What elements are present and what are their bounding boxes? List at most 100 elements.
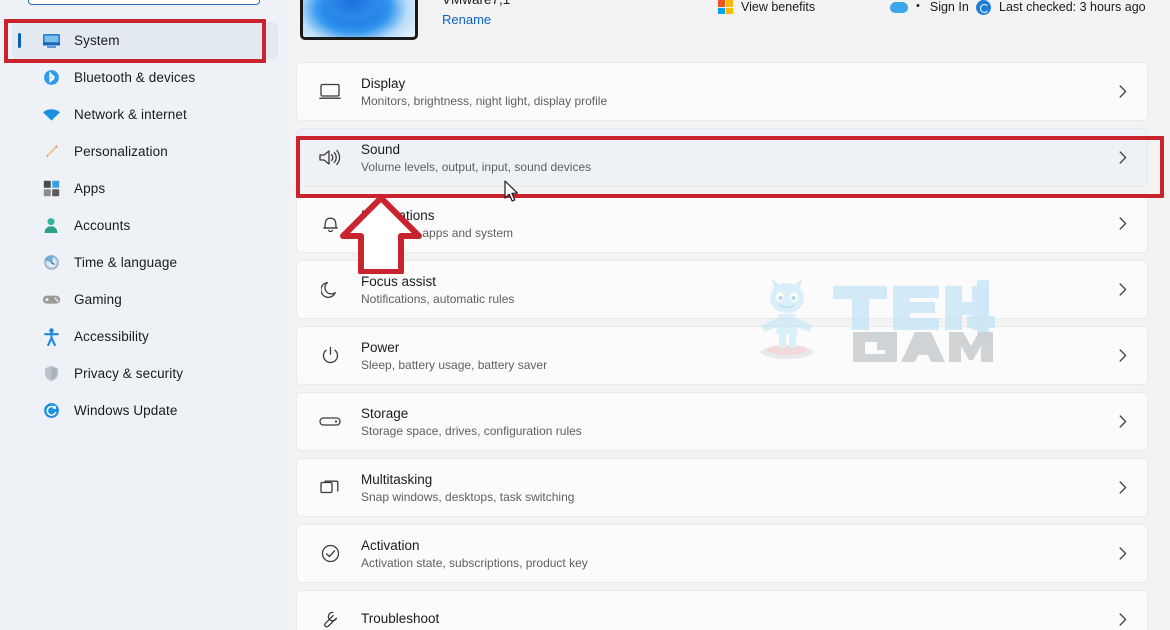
settings-row-text: Display Monitors, brightness, night ligh… (361, 76, 1115, 108)
gamepad-icon (40, 290, 62, 310)
device-name: VMware7,1 (442, 0, 510, 7)
onedrive-label: Sign In (929, 0, 969, 14)
settings-sidebar: System Bluetooth & devices Network & int… (0, 0, 290, 630)
rename-link[interactable]: Rename (442, 12, 491, 27)
sidebar-item-label: System (74, 33, 120, 48)
settings-main-content: VMware7,1 Rename View benefits • Sign In… (290, 0, 1170, 630)
settings-row-title: Notifications (361, 207, 435, 223)
settings-row-notifications[interactable]: Notifications Alerts from apps and syste… (296, 194, 1148, 253)
chevron-right-icon (1115, 547, 1131, 560)
settings-row-text: Notifications Alerts from apps and syste… (361, 208, 1115, 240)
sidebar-item-gaming[interactable]: Gaming (12, 281, 278, 318)
settings-row-text: Activation Activation state, subscriptio… (361, 538, 1115, 570)
onedrive-link[interactable]: • Sign In (890, 0, 969, 18)
check-circle-icon (315, 541, 345, 567)
settings-row-subtitle: Volume levels, output, input, sound devi… (361, 159, 592, 174)
sidebar-item-label: Apps (74, 181, 106, 196)
sidebar-item-personalization[interactable]: Personalization (12, 133, 278, 170)
sidebar-item-accounts[interactable]: Accounts (12, 207, 278, 244)
shield-icon (40, 364, 62, 384)
settings-row-title: Sound (361, 141, 401, 157)
speaker-icon (315, 145, 345, 171)
wifi-icon (40, 105, 62, 125)
device-thumbnail (300, 0, 418, 40)
monitor-icon (315, 79, 345, 105)
settings-row-title: Multitasking (361, 471, 433, 487)
chevron-right-icon (1115, 85, 1131, 98)
apps-grid-icon (40, 179, 62, 199)
settings-row-subtitle: Sleep, battery usage, battery saver (361, 357, 548, 372)
system-header: VMware7,1 Rename View benefits • Sign In… (290, 0, 1170, 62)
sidebar-item-label: Accessibility (74, 329, 149, 344)
sidebar-item-label: Personalization (74, 144, 168, 159)
sidebar-item-windows-update[interactable]: Windows Update (12, 392, 278, 429)
power-icon (315, 343, 345, 369)
sidebar-item-network-internet[interactable]: Network & internet (12, 96, 278, 133)
search-input[interactable] (28, 0, 260, 5)
sidebar-item-label: Network & internet (74, 107, 187, 122)
paintbrush-icon (40, 142, 62, 162)
chevron-right-icon (1115, 151, 1131, 164)
accessibility-icon (40, 327, 62, 347)
sidebar-item-time-language[interactable]: Time & language (12, 244, 278, 281)
clock-icon (40, 253, 62, 273)
onedrive-cloud-icon (890, 2, 908, 13)
settings-row-text: Focus assist Notifications, automatic ru… (361, 274, 1115, 306)
settings-row-text: Troubleshoot (361, 611, 1115, 629)
settings-row-text: Power Sleep, battery usage, battery save… (361, 340, 1115, 372)
sidebar-item-label: Windows Update (74, 403, 178, 418)
settings-list: Display Monitors, brightness, night ligh… (290, 62, 1170, 630)
windows-stack-icon (315, 475, 345, 501)
settings-row-sound[interactable]: Sound Volume levels, output, input, soun… (296, 128, 1148, 187)
monitor-icon (40, 31, 62, 51)
settings-row-text: Multitasking Snap windows, desktops, tas… (361, 472, 1115, 504)
microsoft-logo-icon (718, 0, 733, 14)
windows-update-link[interactable]: Last checked: 3 hours ago (976, 0, 1146, 18)
chevron-right-icon (1115, 283, 1131, 296)
settings-row-focus-assist[interactable]: Focus assist Notifications, automatic ru… (296, 260, 1148, 319)
chevron-right-icon (1115, 613, 1131, 626)
settings-row-title: Storage (361, 405, 409, 421)
chevron-right-icon (1115, 217, 1131, 230)
settings-row-subtitle: Notifications, automatic rules (361, 291, 515, 306)
sidebar-item-bluetooth-devices[interactable]: Bluetooth & devices (12, 59, 278, 96)
settings-row-subtitle: Activation state, subscriptions, product… (361, 555, 588, 570)
settings-row-power[interactable]: Power Sleep, battery usage, battery save… (296, 326, 1148, 385)
settings-row-display[interactable]: Display Monitors, brightness, night ligh… (296, 62, 1148, 121)
sidebar-item-system[interactable]: System (12, 22, 278, 59)
sidebar-nav-list: System Bluetooth & devices Network & int… (0, 22, 290, 429)
sidebar-item-apps[interactable]: Apps (12, 170, 278, 207)
sidebar-item-label: Time & language (74, 255, 178, 270)
settings-row-title: Troubleshoot (361, 610, 440, 626)
settings-window: System Bluetooth & devices Network & int… (0, 0, 1170, 630)
settings-row-activation[interactable]: Activation Activation state, subscriptio… (296, 524, 1148, 583)
settings-row-multitasking[interactable]: Multitasking Snap windows, desktops, tas… (296, 458, 1148, 517)
settings-row-subtitle: Alerts from apps and system (361, 225, 514, 240)
settings-row-subtitle: Monitors, brightness, night light, displ… (361, 93, 608, 108)
sidebar-item-label: Privacy & security (74, 366, 184, 381)
settings-row-text: Sound Volume levels, output, input, soun… (361, 142, 1115, 174)
microsoft-365-label: View benefits (741, 0, 816, 14)
chevron-right-icon (1115, 349, 1131, 362)
settings-row-subtitle: Storage space, drives, configuration rul… (361, 423, 582, 438)
sidebar-item-accessibility[interactable]: Accessibility (12, 318, 278, 355)
storage-drive-icon (315, 409, 345, 435)
sidebar-item-label: Accounts (74, 218, 131, 233)
microsoft-365-link[interactable]: View benefits (718, 0, 815, 18)
moon-icon (315, 277, 345, 303)
bullet-separator: • (916, 0, 920, 12)
windows-update-label: Last checked: 3 hours ago (999, 0, 1146, 14)
settings-row-title: Activation (361, 537, 420, 553)
settings-row-title: Focus assist (361, 273, 437, 289)
settings-row-title: Display (361, 75, 406, 91)
settings-row-storage[interactable]: Storage Storage space, drives, configura… (296, 392, 1148, 451)
wrench-icon (315, 607, 345, 630)
bell-icon (315, 211, 345, 237)
update-refresh-icon (40, 401, 62, 421)
person-icon (40, 216, 62, 236)
sidebar-item-label: Bluetooth & devices (74, 70, 196, 85)
windows-update-icon (976, 0, 991, 15)
settings-row-troubleshoot[interactable]: Troubleshoot (296, 590, 1148, 630)
sidebar-item-privacy-security[interactable]: Privacy & security (12, 355, 278, 392)
bluetooth-icon (40, 68, 62, 88)
